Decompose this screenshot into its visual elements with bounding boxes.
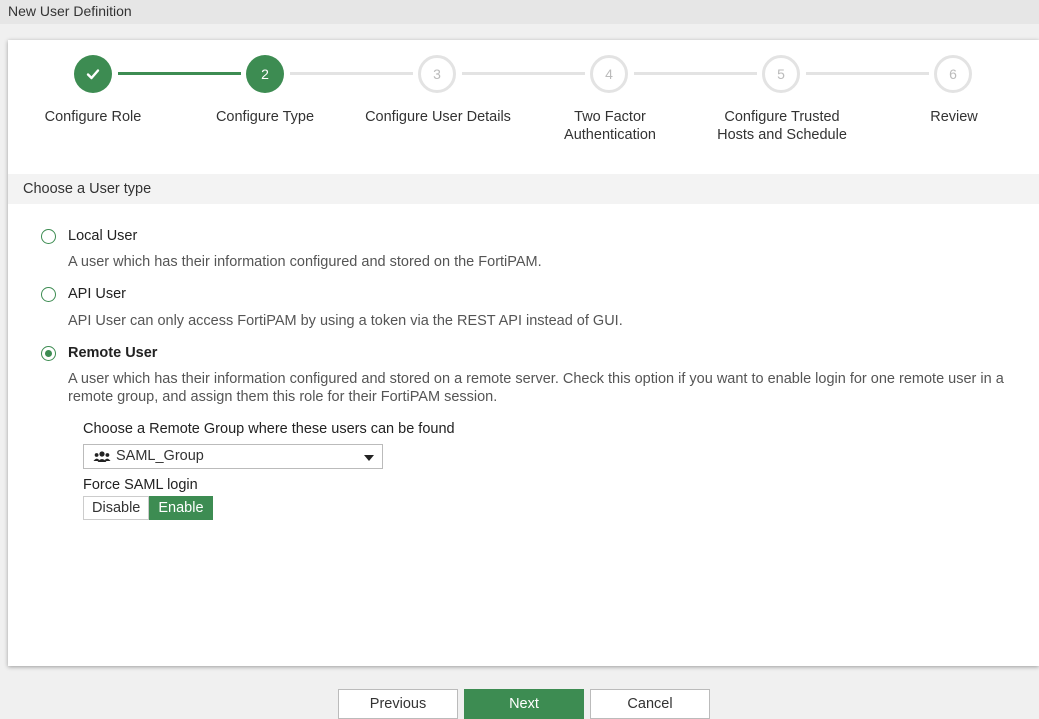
wizard-stepper: 2 3 4 5 6 Configure Role Configure Type … <box>8 40 1039 174</box>
remote-group-label: Choose a Remote Group where these users … <box>83 421 455 437</box>
step-4-label-line2: Authentication <box>564 127 656 143</box>
step-connector-4 <box>634 72 757 75</box>
force-saml-disable-button[interactable]: Disable <box>83 496 150 520</box>
step-6-circle: 6 <box>934 55 972 93</box>
step-2-circle[interactable]: 2 <box>246 55 284 93</box>
step-4-label-line1: Two Factor <box>574 109 646 125</box>
step-6-label: Review <box>930 109 978 125</box>
force-saml-enable-button[interactable]: Enable <box>149 496 213 520</box>
step-4-circle: 4 <box>590 55 628 93</box>
step-1-label: Configure Role <box>44 109 142 125</box>
section-title: Choose a User type <box>8 174 1039 204</box>
previous-button[interactable]: Previous <box>338 689 458 719</box>
api-user-description: API User can only access FortiPAM by usi… <box>68 313 623 329</box>
step-connector-5 <box>806 72 929 75</box>
step-1-circle[interactable] <box>74 55 112 93</box>
force-saml-label: Force SAML login <box>83 477 198 493</box>
remote-group-value: SAML_Group <box>116 448 204 464</box>
remote-user-description-line2: remote group, and assign them this role … <box>68 389 498 405</box>
step-5-label-line1: Configure Trusted <box>724 109 840 125</box>
remote-user-label[interactable]: Remote User <box>68 345 157 361</box>
window-title: New User Definition <box>0 0 1039 24</box>
step-connector-1 <box>118 72 241 75</box>
local-user-label[interactable]: Local User <box>68 228 137 244</box>
cancel-button[interactable]: Cancel <box>590 689 710 719</box>
step-5-label-line2: Hosts and Schedule <box>717 127 847 143</box>
remote-user-radio[interactable] <box>41 346 56 361</box>
remote-group-select[interactable]: SAML_Group <box>83 444 383 469</box>
step-5-circle: 5 <box>762 55 800 93</box>
next-button[interactable]: Next <box>464 689 584 719</box>
step-3-circle: 3 <box>418 55 456 93</box>
wizard-card: 2 3 4 5 6 Configure Role Configure Type … <box>8 40 1039 666</box>
remote-user-description: A user which has their information confi… <box>68 370 1033 406</box>
local-user-radio[interactable] <box>41 229 56 244</box>
force-saml-toggle: Disable Enable <box>83 496 213 520</box>
step-5-label: Configure Trusted Hosts and Schedule <box>697 108 867 144</box>
step-2-label: Configure Type <box>215 109 315 125</box>
local-user-description: A user which has their information confi… <box>68 254 542 270</box>
step-3-label: Configure User Details <box>365 109 511 125</box>
step-connector-3 <box>462 72 585 75</box>
checkmark-icon <box>86 69 100 80</box>
step-4-label: Two Factor Authentication <box>525 108 695 144</box>
api-user-radio[interactable] <box>41 287 56 302</box>
api-user-label[interactable]: API User <box>68 286 126 302</box>
chevron-down-icon <box>364 455 374 461</box>
remote-user-description-line1: A user which has their information confi… <box>68 371 1004 387</box>
step-connector-2 <box>290 72 413 75</box>
users-group-icon <box>93 450 111 462</box>
